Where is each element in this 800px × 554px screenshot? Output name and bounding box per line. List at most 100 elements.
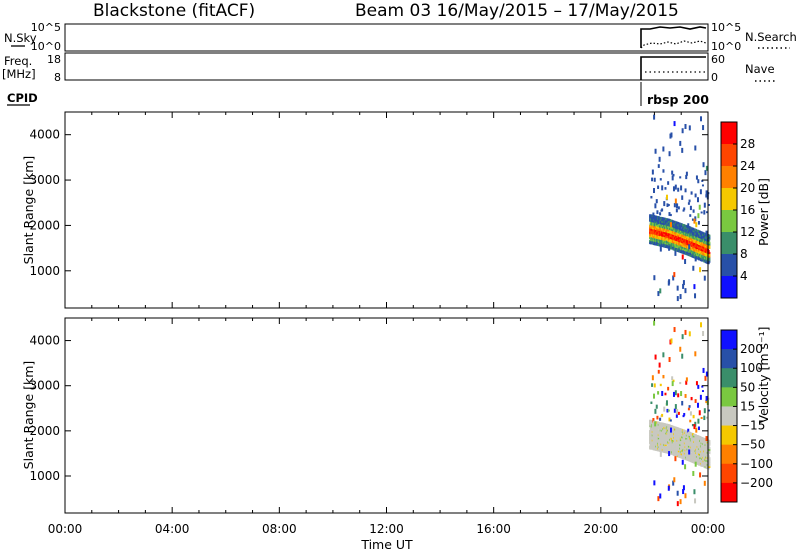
velocity-point: [677, 393, 680, 398]
power-point: [693, 218, 696, 224]
nsearch-tick-low: 10^0: [711, 40, 741, 53]
velocity-point: [702, 367, 705, 373]
power-point: [650, 195, 653, 199]
velocity-point: [669, 419, 672, 422]
velocity-point: [689, 411, 692, 416]
velocity-point: [689, 419, 692, 423]
velocity-point: [695, 381, 698, 386]
velocity-point: [695, 427, 698, 433]
power-point: [654, 215, 657, 221]
velocity-point: [705, 436, 708, 442]
power-point: [675, 203, 678, 209]
velocity-point: [694, 498, 697, 504]
power-point: [684, 188, 687, 193]
velocity-point: [680, 391, 683, 397]
power-point: [698, 204, 701, 210]
power-point: [685, 171, 688, 176]
power-point: [672, 186, 675, 192]
power-point: [681, 147, 684, 153]
velocity-point: [659, 417, 662, 421]
colorbar-swatch: [721, 387, 737, 407]
velocity-point: [662, 352, 665, 358]
velocity-point: [659, 383, 662, 387]
power-point: [696, 197, 699, 203]
power-point: [702, 162, 705, 168]
velocity-point: [658, 362, 661, 368]
colorbar-swatch: [721, 188, 737, 211]
nave-tick-low: 0: [711, 71, 718, 84]
velocity-point: [675, 414, 678, 418]
x-axis-label: Time UT: [360, 537, 413, 552]
velocity-point: [699, 394, 702, 400]
velocity-point: [688, 405, 691, 408]
velocity-point: [665, 400, 668, 406]
power-point: [669, 222, 672, 228]
x-tick-label: 08:00: [262, 522, 297, 536]
velocity-point: [656, 415, 659, 420]
power-point: [653, 114, 656, 120]
power-point: [702, 125, 705, 131]
freq-label-line1: Freq.: [4, 54, 32, 68]
colorbar-swatch: [721, 425, 737, 446]
x-tick-label: 16:00: [476, 522, 511, 536]
power-point: [671, 175, 674, 181]
power-point: [669, 213, 672, 217]
power-point: [697, 221, 700, 225]
velocity-point: [693, 489, 696, 495]
velocity-point: [699, 472, 702, 478]
y-tick-label: 1000: [29, 264, 60, 278]
power-point: [683, 207, 686, 211]
velocity-point: [653, 480, 656, 486]
power-point: [668, 151, 671, 157]
velocity-point: [702, 330, 705, 336]
power-point: [680, 185, 683, 191]
power-point: [699, 189, 702, 195]
velocity-point: [667, 386, 670, 391]
power-point: [703, 210, 706, 215]
power-point: [661, 185, 664, 191]
velocity-point: [673, 408, 676, 413]
power-point: [701, 184, 704, 187]
velocity-point: [664, 392, 667, 396]
freq-trace: [640, 56, 706, 80]
velocity-point: [687, 407, 690, 411]
power-point: [679, 176, 682, 179]
power-point: [673, 272, 676, 278]
velocity-point: [670, 338, 673, 344]
velocity-panel: 1000200030004000 Slant Range [km]: [21, 317, 711, 514]
station-title: Blackstone (fitACF): [93, 1, 255, 21]
velocity-point: [650, 401, 653, 405]
power-point: [674, 250, 677, 256]
power-point: [659, 212, 662, 216]
nsky-trace: [640, 26, 707, 48]
power-point: [684, 288, 687, 294]
power-point: [692, 265, 695, 271]
colorbar-tick-label: −200: [740, 476, 773, 490]
power-point: [657, 185, 660, 189]
velocity-point: [657, 496, 660, 502]
velocity-point: [667, 485, 670, 491]
velocity-point: [694, 399, 697, 403]
power-point: [687, 202, 690, 205]
velocity-point: [671, 381, 674, 387]
power-point: [688, 244, 691, 250]
colorbar-swatch: [721, 144, 737, 167]
colorbar-swatch: [721, 444, 737, 465]
power-point: [704, 170, 707, 176]
velocity-point: [674, 390, 677, 396]
velocity-point: [697, 418, 700, 424]
beam-date-title: Beam 03 16/May/2015 – 17/May/2015: [355, 1, 679, 21]
velocity-point: [700, 416, 703, 419]
colorbar-tick-label: 24: [740, 159, 755, 173]
power-point: [690, 191, 693, 195]
velocity-point: [684, 394, 687, 398]
colorbar-tick-label: 16: [740, 203, 755, 217]
velocity-point: [663, 406, 666, 412]
nsky-tick-low: 10^0: [31, 40, 61, 53]
power-point: [674, 198, 677, 204]
colorbar-swatch: [721, 210, 737, 233]
freq-tick-high: 18: [47, 53, 61, 66]
x-tick-label: 12:00: [369, 522, 404, 536]
nave-label: Nave: [745, 62, 775, 76]
velocity-point: [682, 485, 685, 491]
